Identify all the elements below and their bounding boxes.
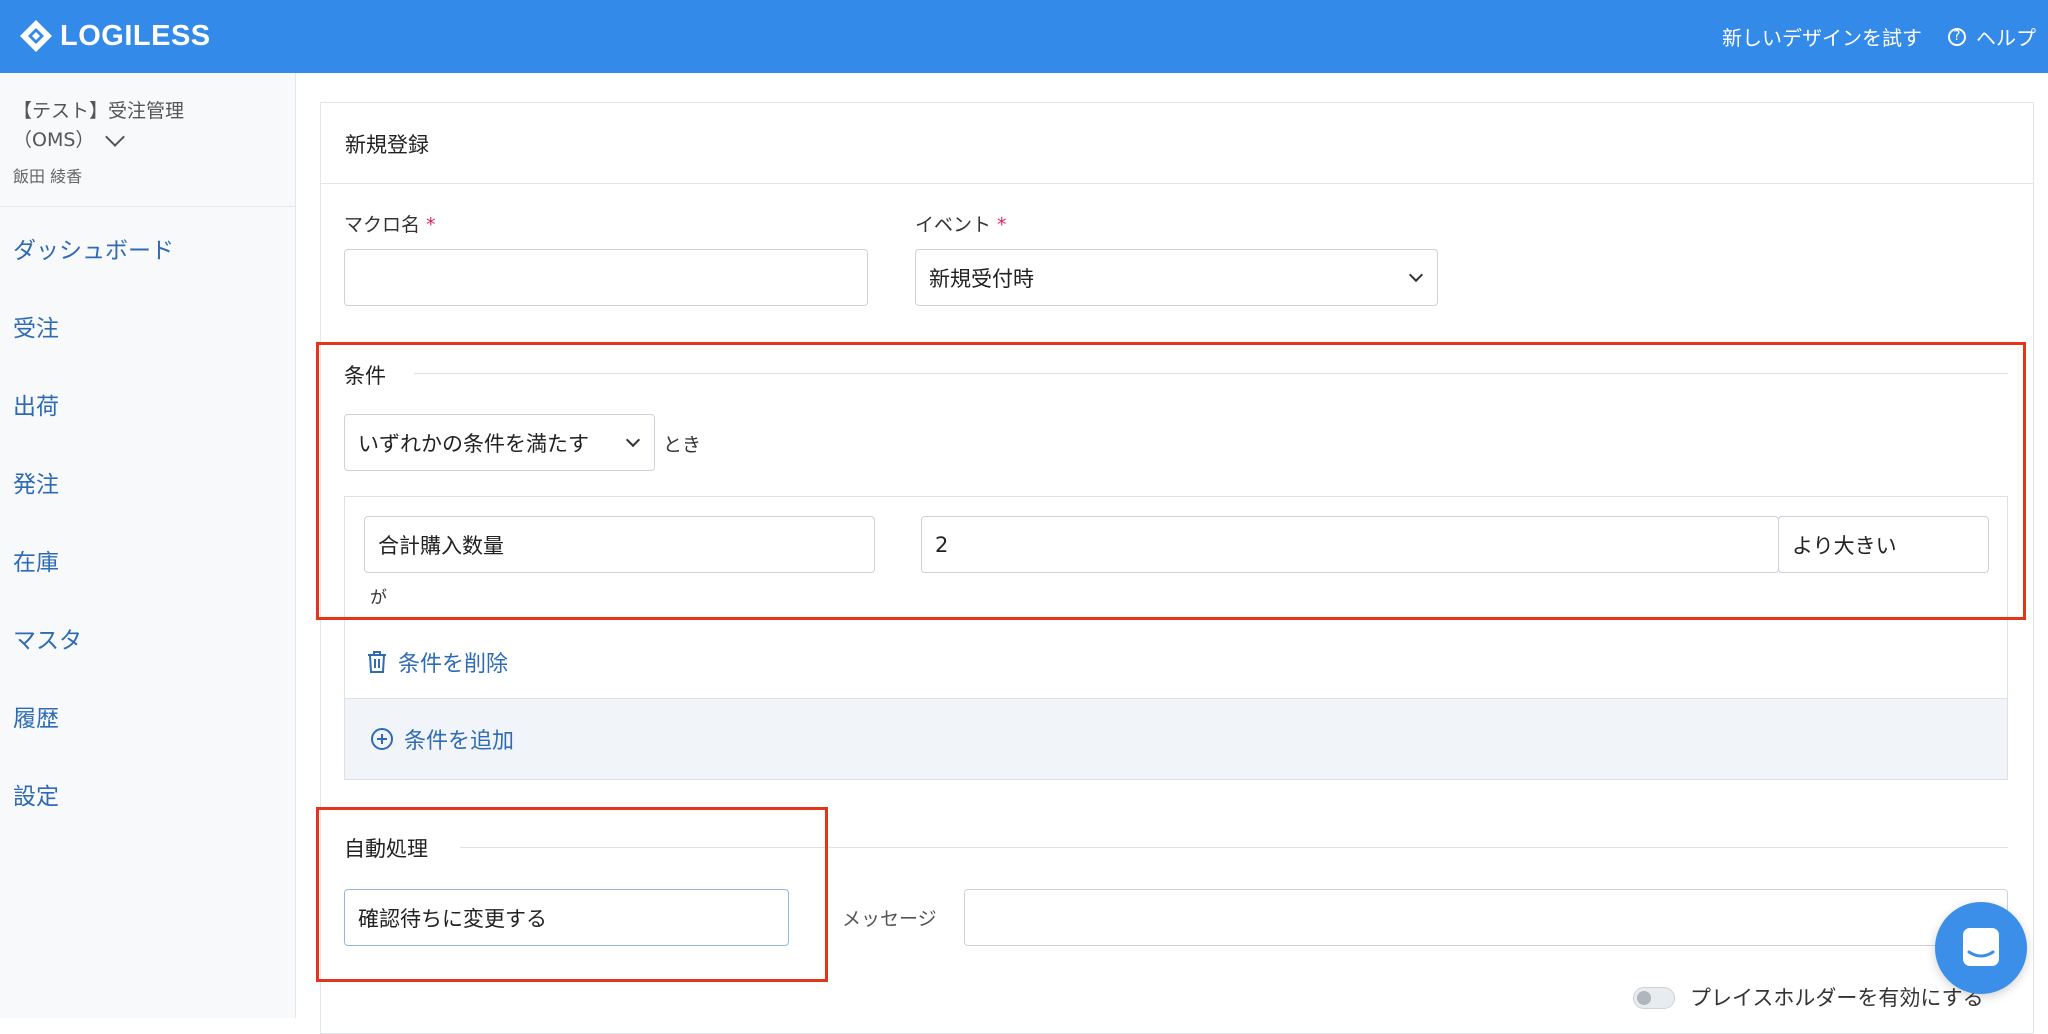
top-bar: LOGILESS 新しいデザインを試す ? ヘルプ [0,0,2048,73]
conditions-title: 条件 [344,364,386,388]
macro-name-input[interactable] [344,249,868,306]
condition-field-value: 合計購入数量 [378,533,504,558]
sidebar-item-shipping[interactable]: 出荷 [13,387,59,421]
add-condition-button[interactable]: 条件を追加 [370,723,514,755]
page-title: 新規登録 [345,133,429,157]
tenant-switcher[interactable]: 【テスト】受注管理 （OMS） [13,97,283,155]
auto-action-select[interactable]: 確認待ちに変更する [344,889,789,946]
add-condition-area [344,698,2008,780]
user-name: 飯田 綾香 [13,167,83,186]
sidebar-item-orders[interactable]: 受注 [13,309,59,343]
event-select-value: 新規受付時 [929,266,1034,291]
delete-condition-label: 条件を削除 [398,652,509,677]
condition-field-select[interactable]: 合計購入数量 [364,516,875,573]
auto-action-value: 確認待ちに変更する [358,906,547,931]
card-header: 新規登録 [321,103,2033,184]
sidebar-item-dashboard[interactable]: ダッシュボード [13,231,174,265]
auto-process-divider [460,847,2008,848]
sidebar: 【テスト】受注管理 （OMS） 飯田 綾香 ダッシュボード 受注 出荷 発注 在… [0,73,296,1018]
chat-widget-button[interactable] [1935,902,2027,994]
add-condition-label: 条件を追加 [404,729,515,754]
match-mode-select[interactable]: いずれかの条件を満たす [344,414,655,471]
trash-icon [368,651,386,673]
top-right-links: 新しいデザインを試す ? ヘルプ [1722,0,2036,73]
macro-name-label: マクロ名 * [344,214,436,236]
tenant-name: 【テスト】受注管理 [13,100,185,122]
event-select[interactable]: 新規受付時 [915,249,1438,306]
message-label: メッセージ [842,908,937,930]
sidebar-divider [0,206,295,207]
condition-value: 2 [935,532,949,557]
event-label: イベント * [915,214,1007,236]
condition-value-input[interactable]: 2 [921,516,1779,573]
plus-circle-icon [371,728,393,750]
help-link[interactable]: ? ヘルプ [1948,22,2036,51]
placeholder-toggle[interactable] [1633,987,1675,1009]
tenant-type: （OMS） [13,129,95,151]
sidebar-item-purchase[interactable]: 発注 [13,465,59,499]
required-mark: * [997,214,1007,236]
required-mark: * [426,214,436,236]
match-mode-value: いずれかの条件を満たす [358,431,589,456]
help-icon: ? [1948,27,1966,46]
help-label: ヘルプ [1976,26,2036,50]
chat-icon [1963,928,1999,966]
logo[interactable]: LOGILESS [18,18,211,54]
toggle-knob [1637,991,1651,1005]
condition-operator-select[interactable]: より大きい [1778,516,1989,573]
delete-condition-button[interactable]: 条件を削除 [366,646,508,678]
logo-text: LOGILESS [60,19,211,52]
condition-suffix: が [370,588,387,608]
conditions-divider [414,373,2008,374]
sidebar-item-master[interactable]: マスタ [13,621,82,655]
sidebar-item-inventory[interactable]: 在庫 [13,543,59,577]
condition-operator-value: より大きい [1792,533,1897,558]
match-mode-suffix: とき [663,434,702,456]
try-new-design-link[interactable]: 新しいデザインを試す [1722,22,1922,51]
sidebar-item-settings[interactable]: 設定 [13,777,59,811]
logo-icon [20,20,52,52]
auto-process-title: 自動処理 [344,837,428,861]
chevron-down-icon [105,126,126,147]
sidebar-item-history[interactable]: 履歴 [13,699,59,733]
message-input[interactable] [964,889,2008,946]
